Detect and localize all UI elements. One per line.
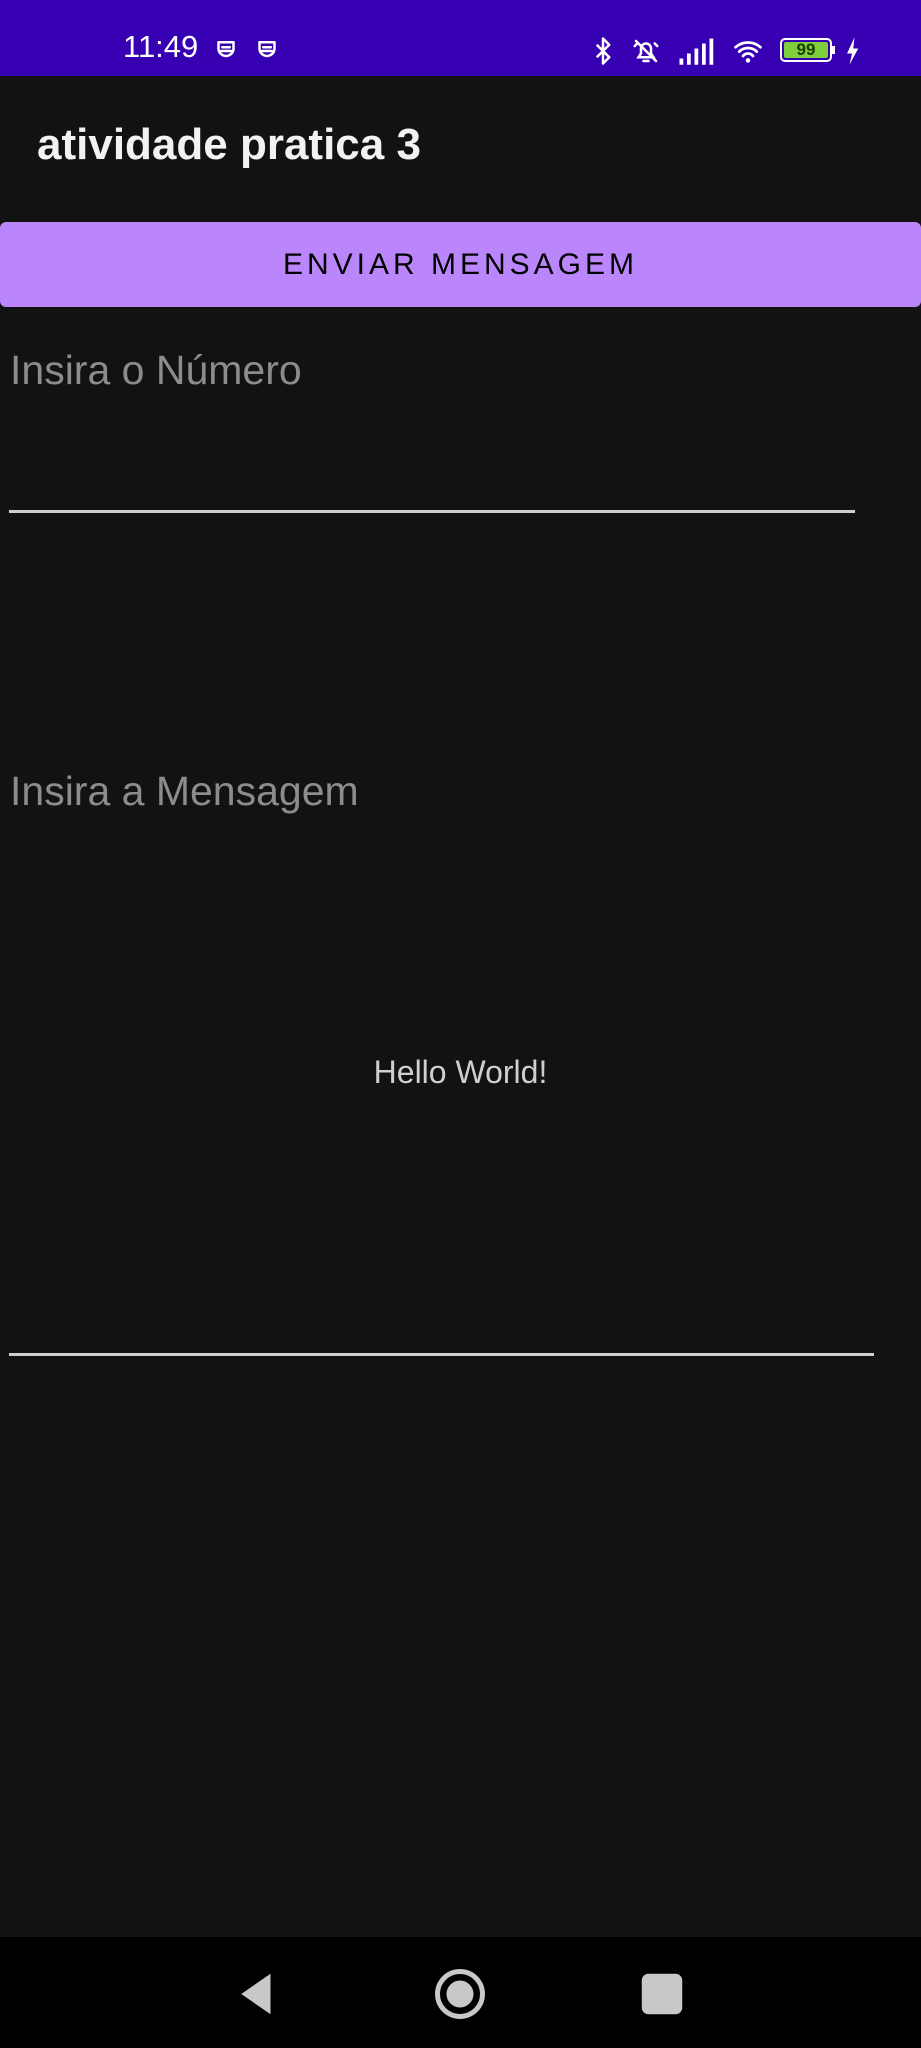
- message-field-placeholder: Insira a Mensagem: [10, 768, 359, 814]
- back-icon[interactable]: [230, 1967, 284, 2021]
- status-time: 11:49: [123, 29, 199, 64]
- charging-icon: [842, 36, 862, 66]
- number-field-underline: [9, 510, 855, 513]
- status-bar: 11:49 99: [0, 0, 921, 76]
- recents-icon[interactable]: [635, 1967, 689, 2021]
- hello-text: Hello World!: [373, 1054, 548, 1090]
- alarm-off-icon: [628, 36, 664, 66]
- navigation-bar: [0, 1937, 921, 2048]
- number-field-placeholder: Insira o Número: [10, 347, 302, 393]
- notification-icon: [252, 36, 282, 66]
- notification-icon: [211, 36, 241, 66]
- message-field-underline: [9, 1353, 874, 1356]
- battery-icon: 99: [780, 38, 836, 62]
- wifi-icon: [729, 36, 767, 66]
- send-message-button[interactable]: ENVIAR MENSAGEM: [0, 222, 921, 307]
- page-title: atividade pratica 3: [37, 120, 421, 169]
- battery-level: 99: [796, 40, 816, 59]
- bluetooth-icon: [588, 36, 618, 66]
- app-bar: atividade pratica 3: [0, 76, 921, 222]
- home-icon[interactable]: [433, 1967, 487, 2021]
- signal-icon: [677, 36, 717, 66]
